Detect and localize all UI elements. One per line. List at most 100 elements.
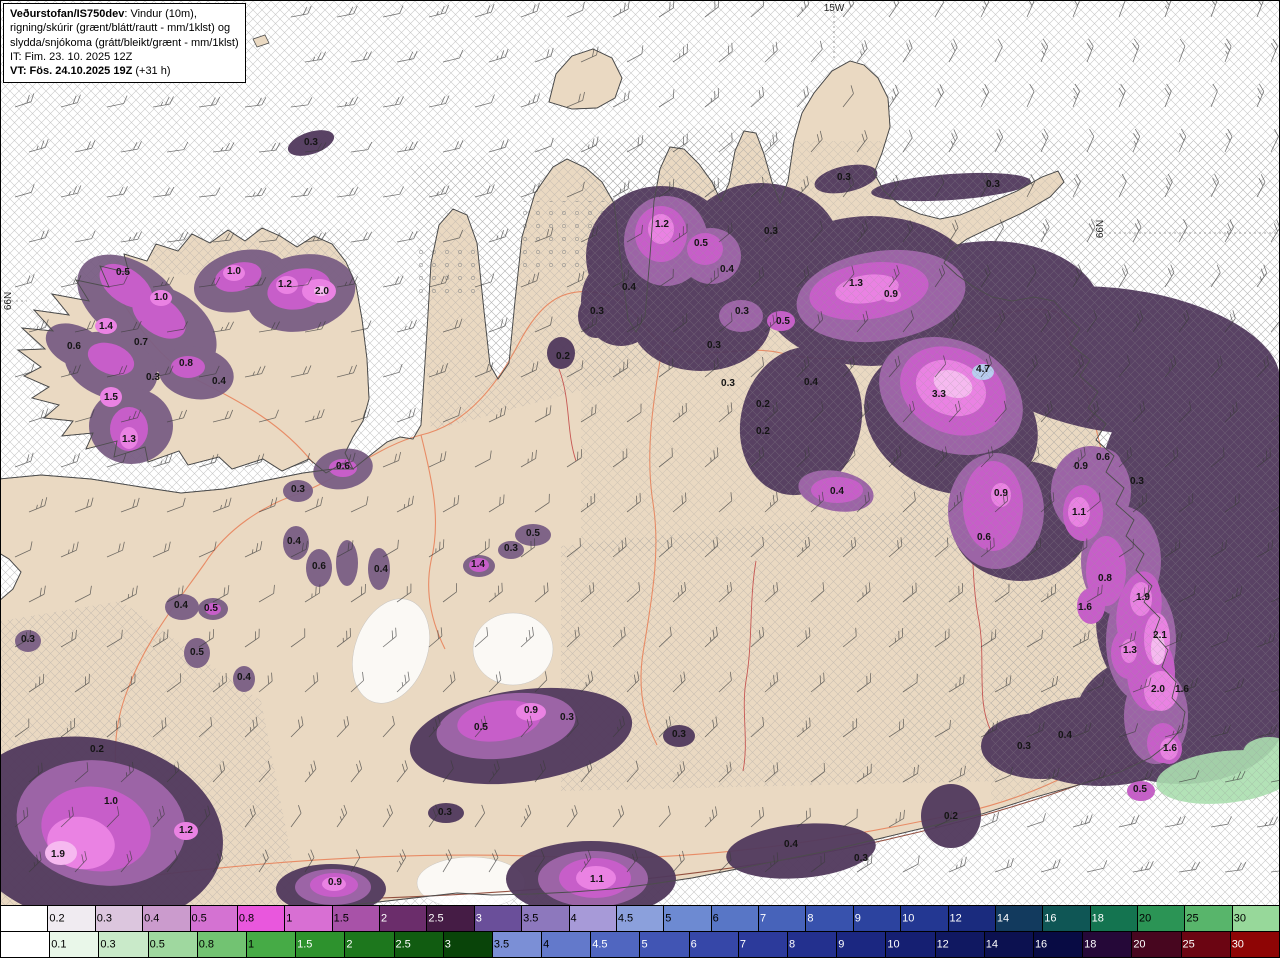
snow-scale-tick-label: 10 (902, 912, 915, 924)
snow-scale-tick-label: 2.5 (428, 912, 444, 924)
snow-scale-tick-label: 20 (1139, 912, 1152, 924)
legend-line-3: slydda/snjókoma (grátt/bleikt/grænt - mm… (10, 36, 239, 49)
rain-scale-tick-label: 6 (690, 938, 697, 950)
rain-colorbar: 0.1 0.3 0.5 0.8 1 1.5 2 2.5 3 3.5 4 4.5 5 6 7 8 9 10 12 14 1… (0, 932, 1280, 958)
snow-scale-segment: 12 (948, 906, 996, 931)
snow-scale-segment: 0.5 (190, 906, 238, 931)
rain-scale-segment: 0.3 (99, 932, 149, 957)
snow-scale-tick-label: 14 (996, 912, 1010, 924)
rain-scale-tick-label: 9 (838, 938, 845, 950)
snow-scale-segment: 30 (1232, 906, 1280, 931)
snow-scale-segment: 0.2 (48, 906, 96, 931)
rain-scale-segment: 2 (345, 932, 395, 957)
rain-scale-tick-label: 30 (1231, 938, 1244, 950)
snow-scale-tick-label: 0.3 (96, 912, 113, 924)
snow-scale-tick-label: 1 (286, 912, 293, 924)
snow-scale-segment: 2.5 (427, 906, 475, 931)
snow-scale-tick-label: 7 (760, 912, 767, 924)
snow-scale-segment: 20 (1138, 906, 1186, 931)
rain-scale-tick-label: 5 (641, 938, 648, 950)
snow-scale-segment: 0.8 (237, 906, 286, 931)
snow-scale-segment: 25 (1185, 906, 1233, 931)
snow-scale-segment: 5 (664, 906, 712, 931)
legend-line-2: rigning/skúrir (grænt/blátt/rautt - mm/1… (10, 22, 231, 35)
snow-scale-segment: 14 (995, 906, 1044, 931)
rain-scale-tick-label: 14 (985, 938, 998, 950)
snow-scale-segment: 16 (1043, 906, 1091, 931)
rain-scale-segment: 4 (542, 932, 592, 957)
rain-scale-tick-label: 2.5 (395, 938, 411, 950)
rain-scale-tick-label: 8 (789, 938, 796, 950)
snow-scale-tick-label: 18 (1091, 912, 1104, 924)
rain-scale-segment: 1 (246, 932, 297, 957)
snow-scale-segment: 3.5 (522, 906, 570, 931)
rain-scale-tick-label: 0.3 (100, 938, 116, 950)
snow-scale-segment: 4 (569, 906, 617, 931)
snow-scale-segment: 1 (285, 906, 333, 931)
snow-scale-tick-label: 25 (1186, 912, 1199, 924)
snow-scale-tick-label: 2 (381, 912, 388, 924)
rain-scale-tick-label: 0.8 (198, 938, 215, 950)
snow-scale-tick-label: 5 (665, 912, 672, 924)
rain-scale-segment: 0.8 (197, 932, 247, 957)
snow-scale-tick-label: 12 (949, 912, 962, 924)
rain-scale-segment: 18 (1083, 932, 1133, 957)
rain-scale-segment: 16 (1033, 932, 1084, 957)
rain-scale-segment: 3 (443, 932, 493, 957)
rain-scale-segment: 25 (1181, 932, 1231, 957)
rain-scale-tick-label: 20 (1133, 938, 1146, 950)
rain-scale-tick-label: 3.5 (493, 938, 510, 950)
rain-scale-tick-label: 12 (936, 938, 949, 950)
snow-scale-tick-label: 0.4 (144, 912, 160, 924)
rain-scale-tick-label: 0.1 (51, 938, 67, 950)
rain-scale-tick-label: 2 (346, 938, 353, 950)
rain-scale-tick-label: 25 (1182, 938, 1195, 950)
rain-scale-tick-label: 16 (1034, 938, 1048, 950)
product-variable: : Vindur (10m), (124, 8, 197, 20)
rain-scale-segment: 8 (788, 932, 838, 957)
rain-scale-tick-label: 18 (1084, 938, 1097, 950)
rain-scale-segment: 0.5 (148, 932, 198, 957)
product-name: Veðurstofan/IS750dev (10, 8, 125, 20)
snow-scale-segment: 18 (1090, 906, 1138, 931)
snow-scale-segment: 0.4 (143, 906, 191, 931)
rain-scale-segment: 1.5 (296, 932, 346, 957)
rain-scale-segment: 12 (935, 932, 985, 957)
rain-scale-segment: 20 (1132, 932, 1182, 957)
rain-scale-segment (1, 932, 51, 957)
snow-scale-tick-label: 9 (854, 912, 861, 924)
rain-scale-tick-label: 7 (739, 938, 746, 950)
snow-scale-tick-label: 3.5 (523, 912, 539, 924)
snow-scale-tick-label: 0.8 (238, 912, 255, 924)
snow-scale-tick-label: 16 (1044, 912, 1057, 924)
rain-scale-segment: 14 (984, 932, 1034, 957)
rain-scale-tick-label: 10 (887, 938, 900, 950)
rain-scale-segment: 0.1 (50, 932, 100, 957)
rain-scale-segment: 2.5 (394, 932, 444, 957)
snow-scale-segment (1, 906, 49, 931)
rain-scale-segment: 3.5 (492, 932, 543, 957)
rain-scale-segment: 7 (738, 932, 788, 957)
snow-scale-tick-label: 30 (1233, 912, 1246, 924)
snow-scale-tick-label: 1.5 (333, 912, 349, 924)
snow-scale-tick-label: 4 (570, 912, 577, 924)
colorbars: 0.2 0.3 0.4 0.5 0.8 1 1.5 2 2.5 3 3.5 4 4.5 5 6 7 8 9 10 12… (0, 906, 1280, 958)
snow-scale-segment: 1.5 (332, 906, 380, 931)
snow-scale-tick-label: 6 (712, 912, 719, 924)
rain-scale-tick-label: 0.5 (149, 938, 165, 950)
rain-scale-tick-label: 3 (444, 938, 451, 950)
snow-scale-segment: 8 (806, 906, 854, 931)
snow-scale-tick-label: 3 (475, 912, 482, 924)
snow-scale-tick-label: 4.5 (617, 912, 634, 924)
snow-scale-tick-label: 0.5 (191, 912, 207, 924)
legend-init-time: IT: Fim. 23. 10. 2025 12Z (10, 50, 133, 63)
rain-scale-tick-label: 4 (543, 938, 550, 950)
legend-line-1: Veðurstofan/IS750dev: Vindur (10m), (10, 7, 239, 21)
map-canvas (1, 1, 1279, 905)
map-legend-box: Veðurstofan/IS750dev: Vindur (10m), rign… (3, 3, 246, 84)
rain-scale-segment: 30 (1230, 932, 1279, 957)
snow-scale-tick-label: 0.2 (49, 912, 65, 924)
rain-scale-segment: 4.5 (591, 932, 641, 957)
rain-scale-segment: 10 (886, 932, 936, 957)
snow-scale-segment: 9 (853, 906, 902, 931)
